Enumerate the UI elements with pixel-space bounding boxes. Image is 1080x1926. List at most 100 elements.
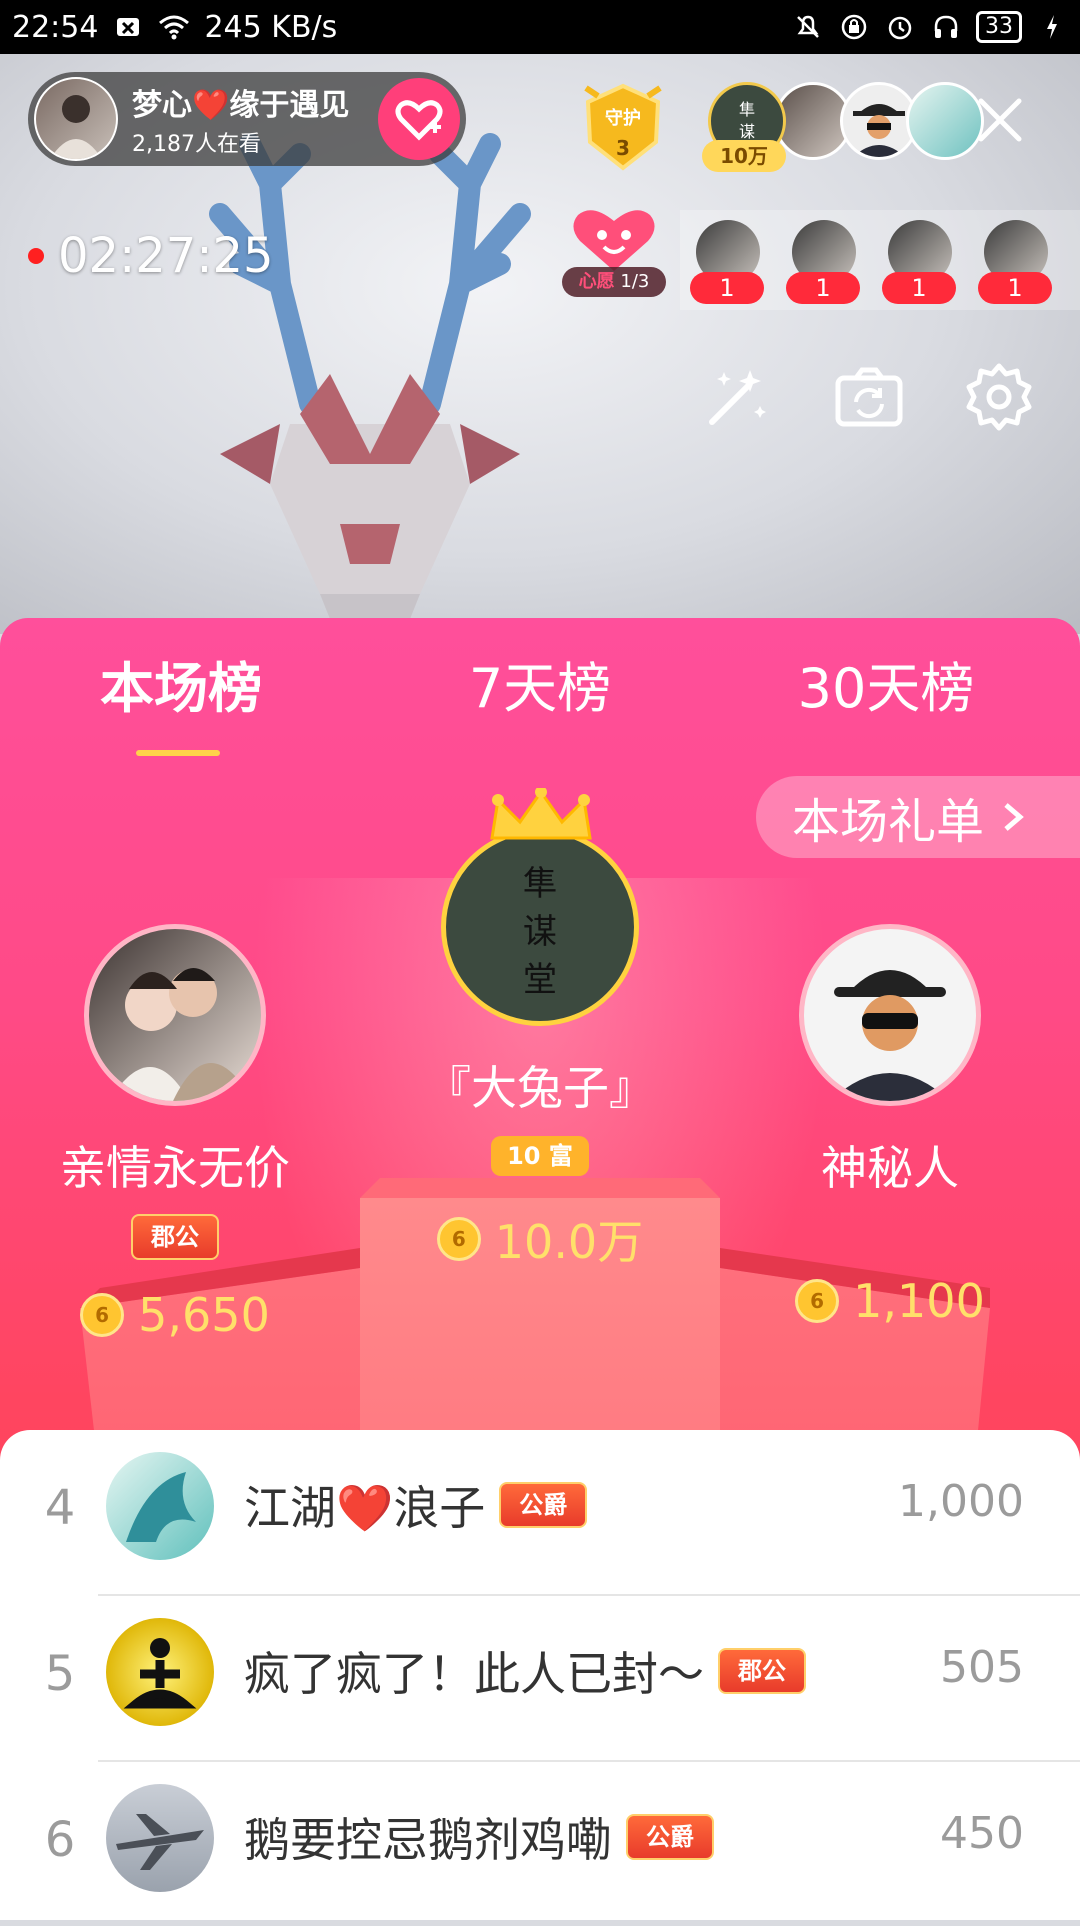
third-coins: 6 1,100 bbox=[770, 1274, 1010, 1328]
wish-item[interactable]: 1 bbox=[680, 210, 776, 310]
list-user: 江湖❤️浪子 公爵 bbox=[244, 1472, 588, 1538]
wish-item[interactable]: 1 bbox=[968, 210, 1064, 310]
wish-progress-value: 1/3 bbox=[620, 271, 650, 292]
coin-icon: 6 bbox=[80, 1293, 125, 1337]
noble-badge: 公爵 bbox=[499, 1482, 588, 1528]
wealth-level-badge: 10 富 bbox=[491, 1136, 589, 1176]
first-name: 『大兔子』 bbox=[425, 1061, 655, 1115]
status-time: 22:54 bbox=[12, 9, 99, 45]
wish-item[interactable]: 1 bbox=[776, 210, 872, 310]
magic-wand-icon bbox=[709, 370, 766, 425]
list-rank: 4 bbox=[44, 1480, 76, 1536]
coin-icon: 6 bbox=[436, 1217, 481, 1261]
host-info-pill[interactable]: 梦心❤️缘于遇见 2,187人在看 bbox=[28, 72, 466, 166]
second-coins: 6 5,650 bbox=[40, 1288, 310, 1342]
gift-list-button[interactable]: 本场礼单 bbox=[756, 776, 1080, 858]
wish-progress: 心愿 1/3 bbox=[562, 267, 666, 297]
guard-count: 3 bbox=[616, 136, 630, 160]
tab-this-session[interactable]: 本场榜 bbox=[96, 644, 266, 723]
first-coins-value: 10.0万 bbox=[494, 1215, 644, 1269]
notification-icon bbox=[112, 11, 144, 43]
camera-switch-icon bbox=[835, 367, 903, 427]
crown-icon bbox=[490, 788, 592, 840]
wish-gift-strip[interactable]: 1 1 1 1 bbox=[680, 210, 1080, 310]
gear-icon bbox=[966, 363, 1032, 431]
close-button[interactable] bbox=[970, 90, 1030, 150]
wish-item-count: 1 bbox=[786, 272, 860, 304]
rank-first[interactable]: 隼谋堂 『大兔子』 10 富 6 10.0万 bbox=[390, 788, 690, 1272]
settings-button[interactable] bbox=[962, 360, 1036, 434]
list-item[interactable]: 4 江湖❤️浪子 公爵 1,000 bbox=[0, 1430, 1080, 1594]
network-speed: 245 KB/s bbox=[204, 9, 338, 45]
noble-badge: 公爵 bbox=[626, 1814, 714, 1860]
deer-head-decoration bbox=[209, 133, 531, 634]
svg-text:隼: 隼 bbox=[739, 100, 755, 119]
first-avatar[interactable]: 隼谋堂 bbox=[441, 828, 639, 1026]
list-score: 1,000 bbox=[898, 1476, 1024, 1527]
list-avatar[interactable] bbox=[106, 1784, 214, 1892]
wish-item-count: 1 bbox=[978, 272, 1052, 304]
guard-badge[interactable]: 守护 3 bbox=[578, 82, 668, 172]
list-username: 鹅要控忌鹅剂鸡嘞 bbox=[244, 1813, 612, 1867]
tab-30-days[interactable]: 30天榜 bbox=[786, 644, 986, 723]
guard-label: 守护 bbox=[605, 108, 641, 129]
second-name: 亲情永无价 bbox=[60, 1141, 290, 1195]
first-coins: 6 10.0万 bbox=[390, 1206, 690, 1272]
active-tab-indicator bbox=[136, 750, 220, 756]
recording-dot-icon bbox=[28, 248, 44, 264]
mute-bell-icon bbox=[792, 11, 824, 43]
ranking-tabs: 本场榜 7天榜 30天榜 bbox=[0, 644, 1080, 756]
alarm-icon bbox=[884, 11, 916, 43]
close-icon bbox=[978, 98, 1022, 142]
wish-item-count: 1 bbox=[882, 272, 956, 304]
list-user: 鹅要控忌鹅剂鸡嘞 公爵 bbox=[244, 1804, 714, 1870]
status-bar: 22:54 245 KB/s 33 bbox=[0, 0, 1080, 54]
svg-text:谋: 谋 bbox=[739, 122, 755, 141]
second-avatar[interactable] bbox=[84, 924, 266, 1106]
beauty-filter-button[interactable] bbox=[700, 360, 774, 434]
chevron-right-icon bbox=[1004, 803, 1024, 831]
third-coins-value: 1,100 bbox=[853, 1274, 985, 1328]
charging-icon bbox=[1036, 11, 1068, 43]
follow-button[interactable] bbox=[378, 78, 460, 160]
list-avatar[interactable] bbox=[106, 1452, 214, 1560]
heart-plus-icon bbox=[395, 100, 443, 141]
viewer-contribution-badge: 10万 bbox=[702, 140, 786, 172]
viewer-count: 2,187人在看 bbox=[132, 132, 261, 157]
wish-widget[interactable]: 心愿 1/3 bbox=[562, 205, 666, 305]
gift-list-label: 本场礼单 bbox=[792, 794, 985, 850]
list-item[interactable]: 5 疯了疯了！此人已封～ 郡公 505 bbox=[0, 1596, 1080, 1760]
list-score: 505 bbox=[940, 1642, 1024, 1693]
second-coins-value: 5,650 bbox=[138, 1288, 270, 1342]
live-duration: 02:27:25 bbox=[58, 228, 274, 284]
battery-indicator: 33 bbox=[976, 11, 1022, 43]
heart-face-icon bbox=[573, 210, 655, 271]
noble-badge: 郡公 bbox=[718, 1648, 806, 1694]
host-avatar[interactable] bbox=[34, 77, 118, 161]
noble-badge: 郡公 bbox=[131, 1214, 219, 1260]
rank-third[interactable]: 神秘人 6 1,100 bbox=[770, 924, 1010, 1328]
top-viewers[interactable]: 隼谋 10万 bbox=[702, 82, 984, 172]
switch-camera-button[interactable] bbox=[832, 360, 906, 434]
coin-icon: 6 bbox=[795, 1279, 840, 1323]
list-rank: 5 bbox=[44, 1646, 76, 1702]
wish-item[interactable]: 1 bbox=[872, 210, 968, 310]
svg-text:谋: 谋 bbox=[523, 912, 557, 952]
rank-second[interactable]: 亲情永无价 郡公 6 5,650 bbox=[40, 924, 310, 1342]
svg-text:隼: 隼 bbox=[523, 864, 557, 904]
live-timer: 02:27:25 bbox=[28, 228, 274, 284]
list-item[interactable]: 6 鹅要控忌鹅剂鸡嘞 公爵 450 bbox=[0, 1762, 1080, 1926]
list-avatar[interactable] bbox=[106, 1618, 214, 1726]
list-username: 疯了疯了！此人已封～ bbox=[244, 1647, 704, 1701]
host-name: 梦心❤️缘于遇见 bbox=[132, 88, 350, 123]
wifi-icon bbox=[158, 11, 190, 43]
wish-label: 心愿 bbox=[578, 271, 615, 292]
headphones-icon bbox=[930, 11, 962, 43]
list-score: 450 bbox=[940, 1808, 1024, 1859]
third-avatar[interactable] bbox=[799, 924, 981, 1106]
svg-text:堂: 堂 bbox=[523, 960, 557, 1000]
tab-7-days[interactable]: 7天榜 bbox=[440, 644, 640, 723]
list-rank: 6 bbox=[44, 1812, 76, 1868]
list-user: 疯了疯了！此人已封～ 郡公 bbox=[244, 1638, 806, 1704]
wish-item-count: 1 bbox=[690, 272, 764, 304]
